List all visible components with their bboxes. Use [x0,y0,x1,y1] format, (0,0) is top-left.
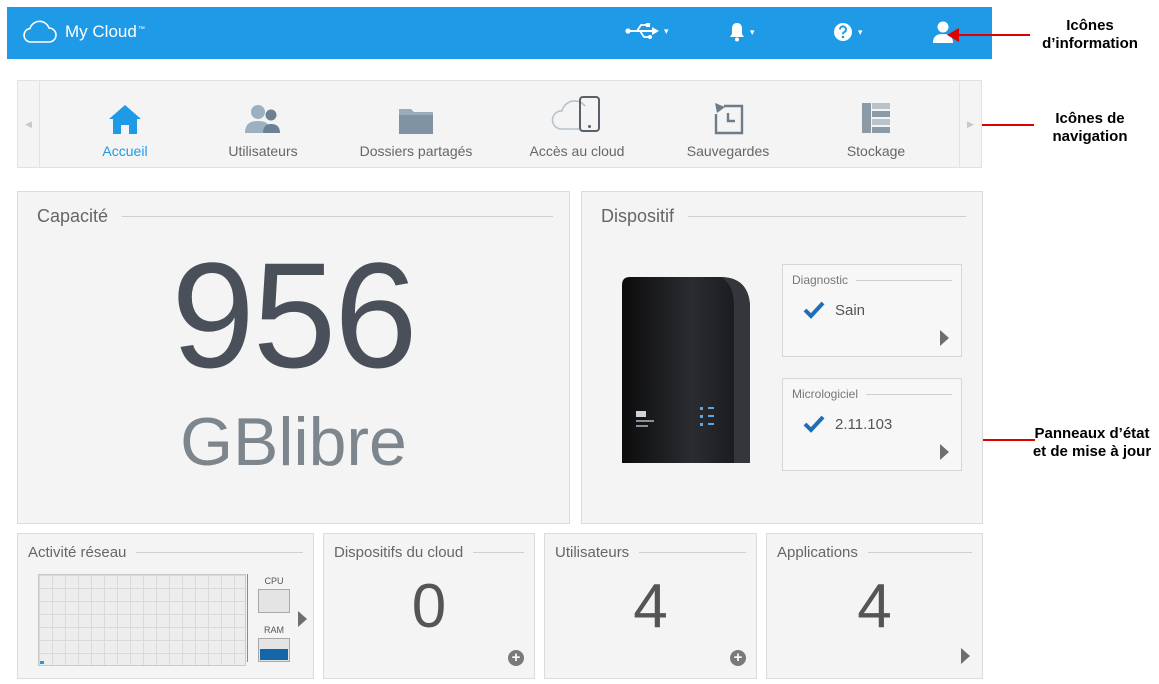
graph-line [40,661,44,664]
nav-label: Sauvegardes [686,143,770,159]
divider [688,216,966,217]
users-count: 4 [633,572,668,641]
divider [473,552,524,553]
divider [136,552,303,553]
usb-icon [625,23,659,39]
usb-menu-button[interactable]: ▾ [625,22,669,40]
capacity-unit: GBlibre [180,404,407,480]
nav-item-acces-au-cloud[interactable]: Accès au cloud [502,89,652,161]
diagnostic-value: Sain [835,301,866,319]
divider [122,216,553,217]
divider [867,552,972,553]
ram-meter-fill [260,649,288,660]
bell-icon [730,23,744,42]
capacity-value: 956 [171,231,417,399]
help-menu-button[interactable]: ▾ [833,22,863,42]
nav-item-accueil[interactable]: Accueil [50,89,200,161]
annotation-status-panels: Panneaux d’état et de mise à jour [1032,425,1152,460]
nav-label: Dossiers partagés [359,143,473,159]
chevron-right-icon[interactable] [961,648,970,664]
divider [856,279,952,281]
nav-item-stockage[interactable]: Stockage [801,89,951,161]
nav-item-dossiers-partages[interactable]: Dossiers partagés [341,89,491,161]
users-panel: Utilisateurs 4 + [544,533,757,679]
cpu-label: CPU [264,576,284,586]
annotation-nav-icons: Icônes de navigation [1052,110,1128,145]
add-cloud-device-button[interactable]: + [508,650,524,666]
firmware-version: 2.11.103 [835,415,893,433]
applications-count: 4 [857,572,892,641]
cloud-logo-icon [23,20,57,43]
folder-icon [399,109,433,134]
divider [247,574,248,662]
chevron-down-icon: ▾ [858,26,863,37]
chevron-right-icon[interactable] [940,444,949,460]
divider [866,393,952,395]
firmware-title: Micrologiciel [792,387,859,401]
divider [639,552,746,553]
cloud-devices-title: Dispositifs du cloud [334,544,464,561]
chevron-down-icon: ▾ [750,26,755,37]
applications-panel: Applications 4 [766,533,983,679]
nav-label: Utilisateurs [228,143,298,159]
device-panel: Dispositif Diagnostic Sain Micrologiciel… [581,191,983,524]
checkmark-icon [803,415,825,433]
diagnostic-panel[interactable]: Diagnostic Sain [782,264,962,357]
trademark: ™ [137,25,145,33]
help-icon [834,23,852,41]
chevron-right-icon[interactable] [940,330,949,346]
network-graph [38,574,246,666]
top-bar: My Cloud ™ ▾ ▾ ▾ [7,7,992,59]
nav-label: Accueil [102,143,148,159]
cloud-devices-count: 0 [411,572,447,641]
cloud-device-icon [551,96,600,132]
chevron-right-icon[interactable] [298,611,307,627]
capacity-panel: Capacité 956 GBlibre [17,191,570,524]
navigation-bar: ◀ Accueil Utilisateurs Dossiers partagés… [17,80,982,168]
chevron-down-icon: ▾ [664,25,669,36]
firmware-panel[interactable]: Micrologiciel 2.11.103 [782,378,962,471]
annotation-info-icons: Icônes d’information [1042,17,1138,52]
network-activity-panel: Activité réseau CPU RAM [17,533,314,679]
nav-scroll-right-button[interactable]: ▶ [959,81,981,167]
capacity-title: Capacité [37,206,109,226]
device-title: Dispositif [601,206,675,226]
storage-icon [862,103,890,133]
nav-item-sauvegardes[interactable]: Sauvegardes [653,89,803,161]
logo[interactable]: My Cloud ™ [21,20,145,44]
nav-scroll-left-button[interactable]: ◀ [18,81,40,167]
cpu-meter [258,589,290,613]
applications-title: Applications [777,544,858,561]
users-title: Utilisateurs [555,544,630,561]
nav-label: Accès au cloud [529,143,625,159]
ram-label: RAM [264,625,284,635]
nav-item-utilisateurs[interactable]: Utilisateurs [188,89,338,161]
diagnostic-title: Diagnostic [792,273,849,287]
network-activity-title: Activité réseau [28,544,127,561]
add-user-button[interactable]: + [730,650,746,666]
annotation-arrow [947,28,1030,42]
home-icon [109,105,141,134]
nas-device-image [622,277,750,463]
checkmark-icon [803,301,825,319]
nav-label: Stockage [846,143,906,159]
app-title: My Cloud [65,22,137,41]
cloud-devices-panel: Dispositifs du cloud 0 + [323,533,535,679]
notifications-menu-button[interactable]: ▾ [729,22,755,42]
backup-icon [714,103,744,135]
ram-meter [258,638,290,662]
users-icon [245,105,280,133]
